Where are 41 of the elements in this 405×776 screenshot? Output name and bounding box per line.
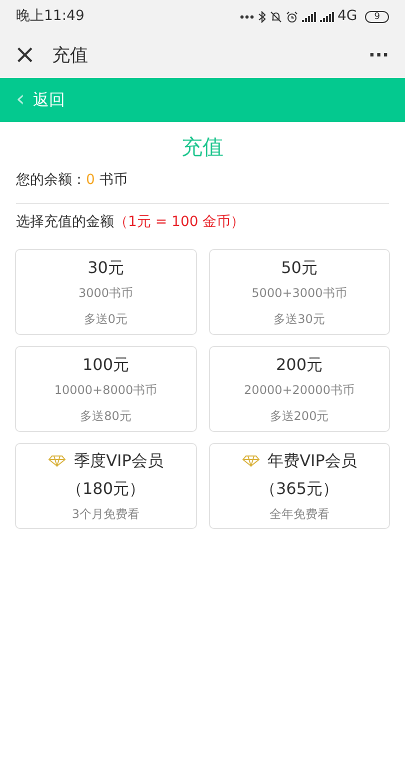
amount-prompt: 选择充值的金额（1元 = 100 金币） bbox=[15, 212, 246, 232]
signal-icon bbox=[320, 12, 334, 22]
recharge-option[interactable]: 30元 3000书币 多送0元 bbox=[15, 248, 196, 334]
vip-note: 3个月免费看 bbox=[72, 506, 140, 522]
recharge-option[interactable]: 50元 5000+3000书币 多送30元 bbox=[208, 248, 390, 334]
dots-icon bbox=[240, 14, 254, 18]
vip-title: 季度VIP会员 bbox=[74, 450, 164, 472]
bonus-text: 多送80元 bbox=[80, 408, 132, 424]
diamond-icon bbox=[242, 454, 260, 466]
bonus-text: 多送30元 bbox=[274, 310, 325, 328]
price-text: 50元 bbox=[281, 256, 318, 278]
coin-text: 5000+3000书币 bbox=[252, 284, 347, 302]
vip-note: 全年免费看 bbox=[269, 506, 330, 522]
price-text: （365元） bbox=[260, 478, 339, 500]
vip-title: 年费VIP会员 bbox=[268, 450, 357, 472]
bonus-text: 多送200元 bbox=[270, 408, 329, 424]
page-title: 充值 bbox=[52, 44, 89, 68]
bluetooth-icon bbox=[258, 10, 266, 22]
bonus-text: 多送0元 bbox=[84, 310, 128, 328]
price-text: 100元 bbox=[82, 354, 130, 376]
alarm-icon bbox=[286, 10, 298, 22]
recharge-option[interactable]: 200元 20000+20000书币 多送200元 bbox=[208, 346, 390, 432]
network-label: 4G bbox=[338, 7, 358, 26]
price-text: （180元） bbox=[66, 478, 146, 500]
more-button[interactable]: ··· bbox=[368, 42, 389, 69]
section-heading: 充值 bbox=[180, 134, 224, 161]
coin-text: 10000+8000书币 bbox=[54, 382, 158, 398]
price-text: 200元 bbox=[276, 354, 323, 376]
recharge-option[interactable]: 季度VIP会员 （180元） 3个月免费看 bbox=[15, 442, 196, 528]
signal-icon bbox=[302, 12, 316, 22]
coin-text: 20000+20000书币 bbox=[244, 382, 354, 398]
recharge-option[interactable]: 年费VIP会员 （365元） 全年免费看 bbox=[208, 442, 390, 528]
status-time: 晚上11:49 bbox=[16, 7, 84, 26]
close-button[interactable]: × bbox=[14, 36, 36, 75]
price-text: 30元 bbox=[88, 256, 124, 278]
bell-muted-icon bbox=[270, 10, 282, 22]
diamond-icon bbox=[48, 454, 66, 466]
balance-text: 您的余额：0 书币 bbox=[15, 170, 128, 190]
recharge-option[interactable]: 100元 10000+8000书币 多送80元 bbox=[15, 346, 196, 432]
battery-icon: 9 bbox=[365, 10, 389, 22]
coin-text: 3000书币 bbox=[78, 284, 134, 302]
